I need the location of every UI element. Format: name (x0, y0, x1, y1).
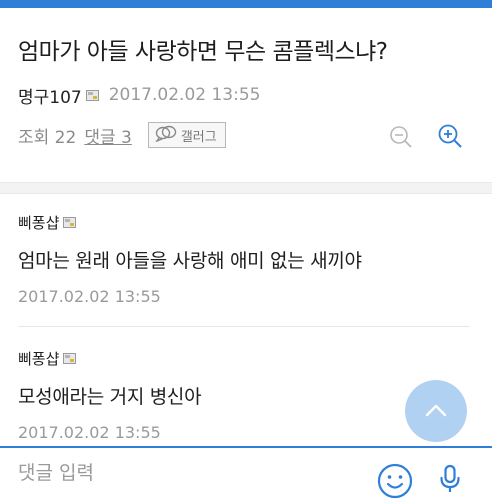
comment-separator (18, 326, 470, 327)
post-author-row: 명구107 2017.02.02 13:55 (18, 83, 261, 108)
section-divider (0, 182, 492, 194)
comment-text: 엄마는 원래 아들을 사랑해 애미 없는 새끼야 (18, 250, 362, 272)
comment-count-link[interactable]: 댓글 3 (84, 123, 132, 148)
comment-input[interactable] (18, 458, 358, 488)
emoji-icon[interactable] (376, 462, 414, 500)
comment-date: 2017.02.02 13:55 (18, 287, 161, 306)
scroll-to-top-button[interactable] (405, 380, 467, 442)
post-stats-row: 조회 22 댓글 3 갤러그 (18, 118, 226, 152)
view-count: 조회 22 (18, 127, 77, 148)
comment-item: 삐퐁샵 엄마는 원래 아들을 사랑해 애미 없는 새끼야 2017.02.02 … (18, 212, 468, 307)
comment-author[interactable]: 삐퐁샵 (18, 212, 59, 233)
zoom-out-icon[interactable] (388, 124, 414, 150)
microphone-icon[interactable] (438, 464, 462, 494)
gallery-icon (154, 124, 177, 146)
post-title: 엄마가 아들 사랑하면 무슨 콤플렉스냐? (18, 39, 388, 65)
comment-author-row: 삐퐁샵 (18, 348, 468, 368)
comment-text: 모성애라는 거지 병신아 (18, 386, 202, 408)
top-accent-bar (0, 0, 492, 8)
zoom-in-icon[interactable] (436, 122, 464, 150)
chevron-up-icon (425, 404, 447, 417)
post-author[interactable]: 명구107 (18, 83, 82, 108)
comment-author[interactable]: 삐퐁샵 (18, 348, 59, 369)
cafe-badge-icon (63, 216, 77, 228)
gallery-label: 갤러그 (180, 129, 217, 145)
cafe-badge-icon (85, 89, 99, 101)
comment-item: 삐퐁샵 모성애라는 거지 병신아 2017.02.02 13:55 (18, 348, 468, 443)
gallery-button[interactable]: 갤러그 (147, 122, 226, 148)
post-date: 2017.02.02 13:55 (108, 85, 261, 105)
comment-author-row: 삐퐁샵 (18, 212, 468, 232)
comment-input-bar (0, 446, 492, 499)
cafe-badge-icon (63, 352, 77, 364)
comment-date: 2017.02.02 13:55 (18, 423, 161, 442)
